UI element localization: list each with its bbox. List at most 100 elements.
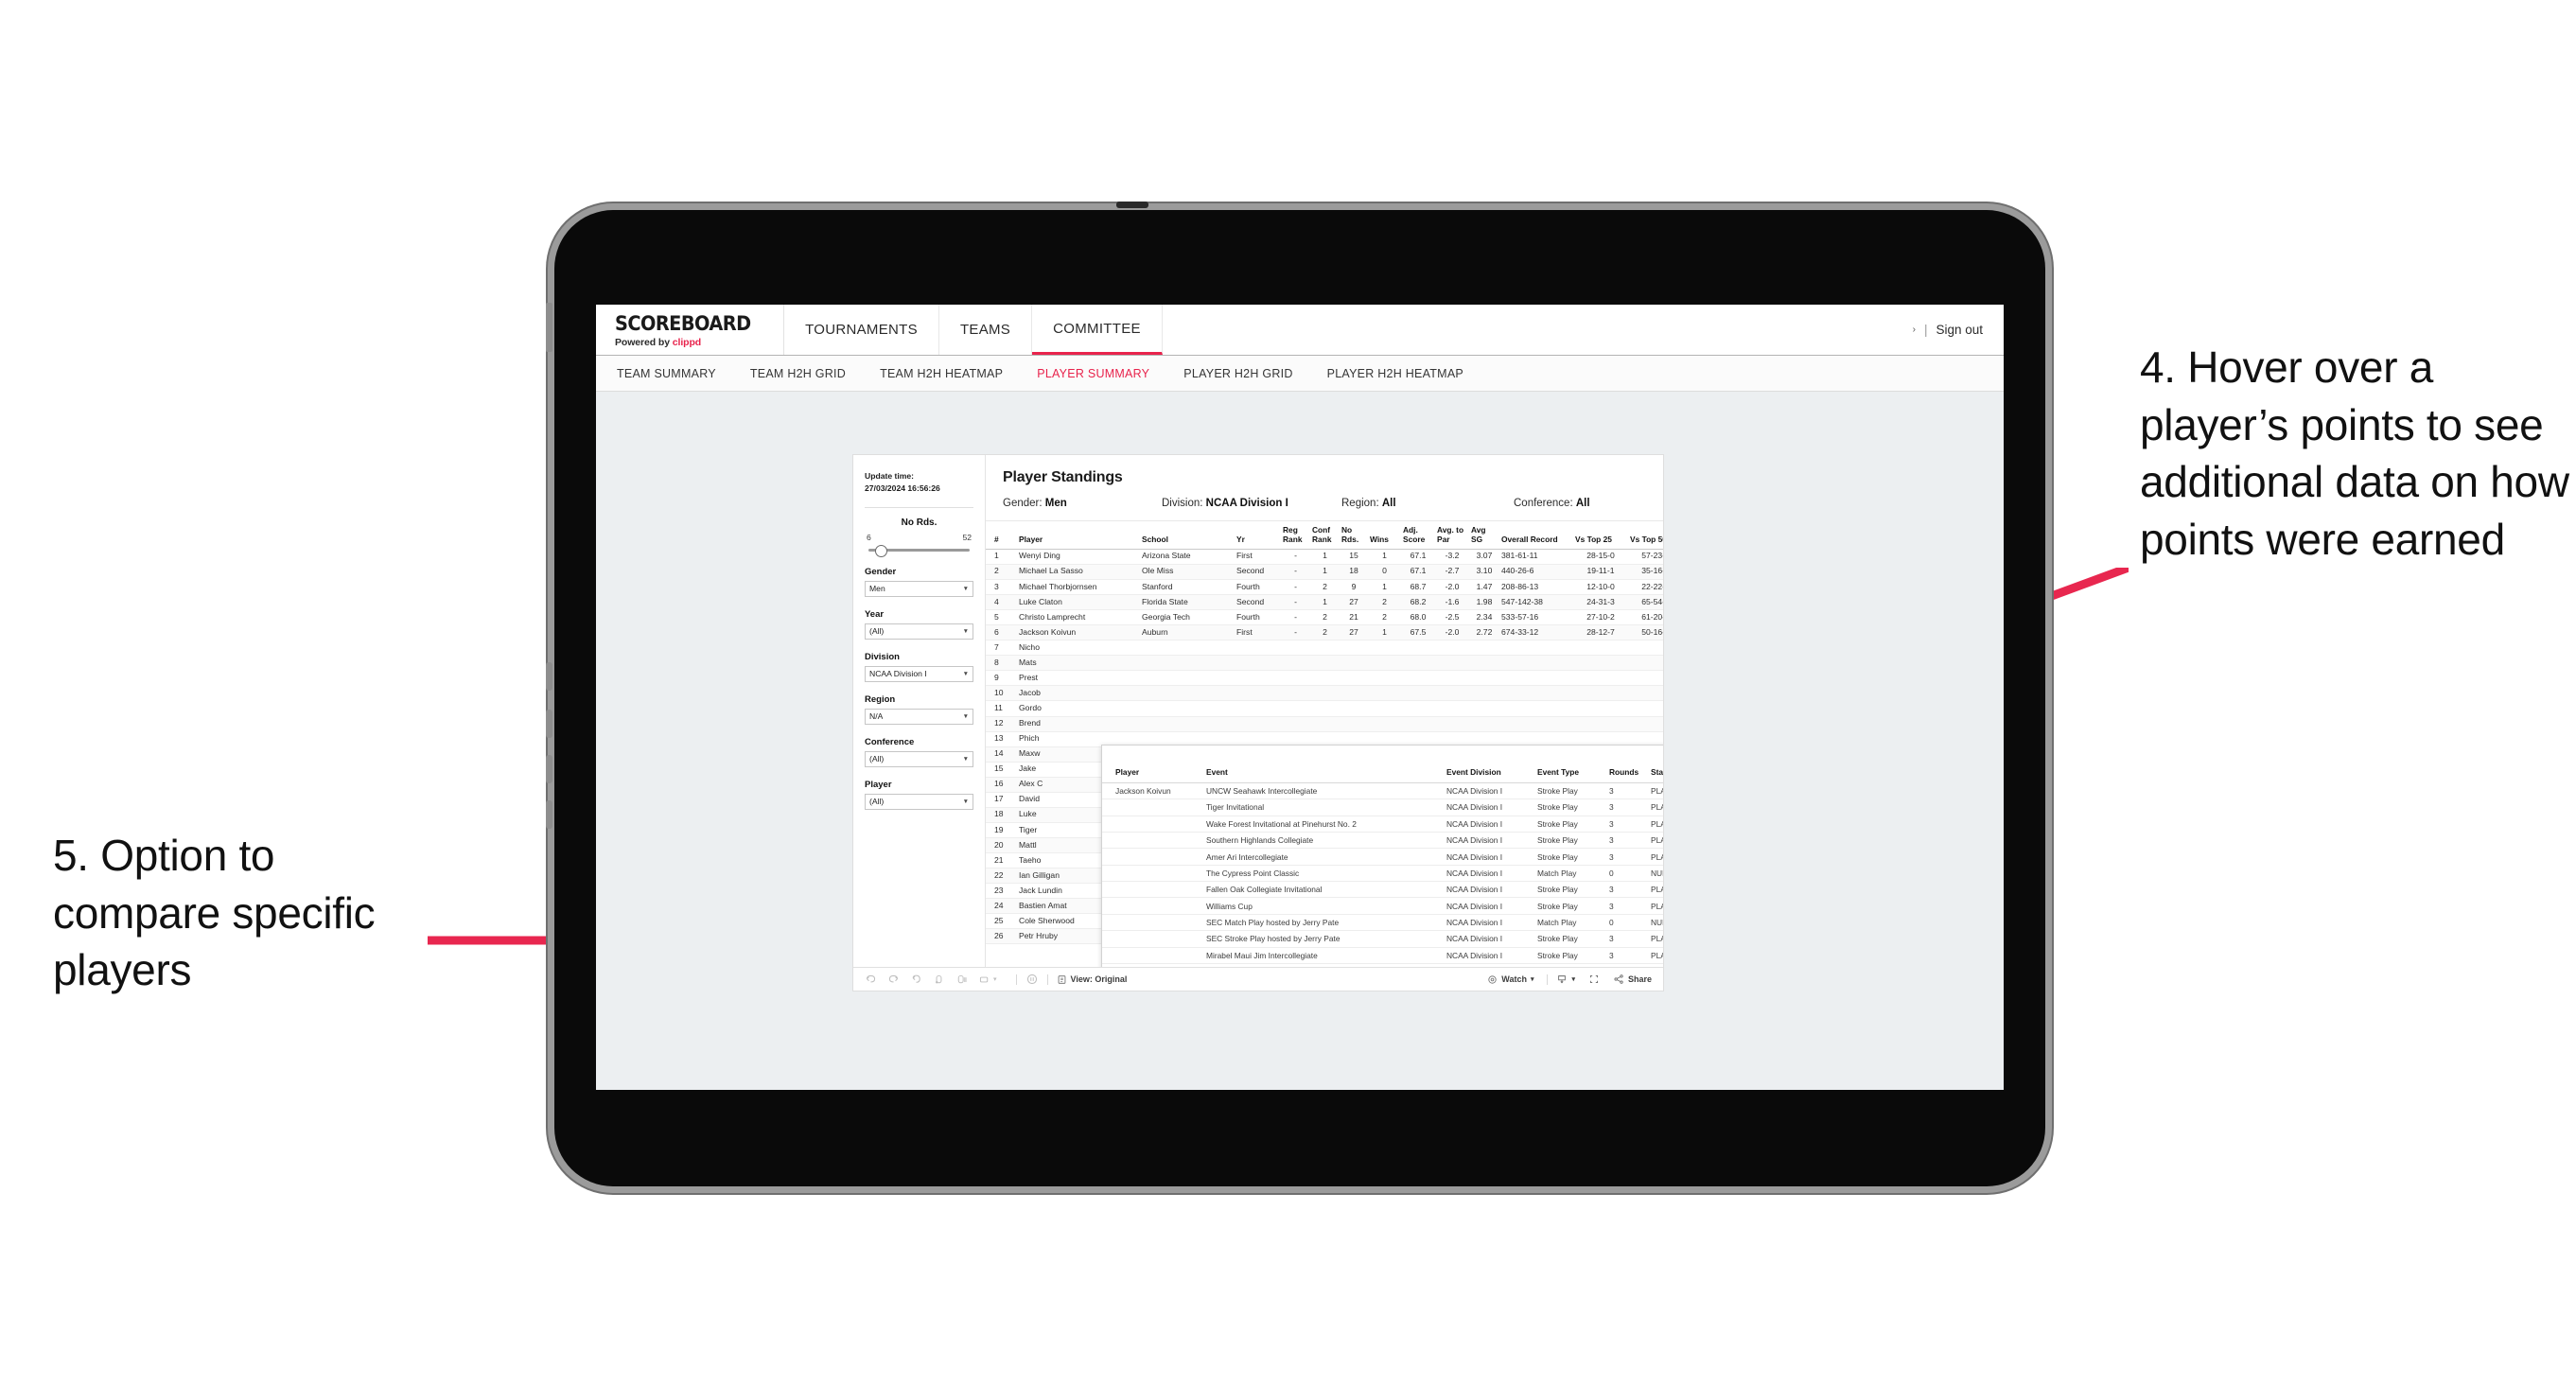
redo-icon[interactable] xyxy=(887,974,900,986)
toolbar-right-group: Watch ▾ ▾ Share xyxy=(1474,974,1652,985)
no-rounds-slider-handle[interactable] xyxy=(875,544,888,557)
filter-select-region[interactable]: N/A ▼ xyxy=(865,708,973,725)
volume-button-3[interactable] xyxy=(546,755,552,783)
tab-team-h2h-grid[interactable]: TEAM H2H GRID xyxy=(750,367,846,380)
col-conf-rank[interactable]: Conf Rank xyxy=(1310,521,1340,550)
cell-rank: 7 xyxy=(986,640,1017,657)
cell-rank: 19 xyxy=(986,822,1017,839)
col-year[interactable]: Yr xyxy=(1235,521,1281,550)
volume-button-1[interactable] xyxy=(546,662,552,691)
undo-icon[interactable] xyxy=(865,974,877,986)
pause-updates-icon[interactable] xyxy=(955,974,968,986)
cell-rank: 17 xyxy=(986,792,1017,808)
cell-avg-sg xyxy=(1469,716,1499,732)
col-player[interactable]: Player xyxy=(1017,521,1140,550)
cell-wins: 1 xyxy=(1368,579,1401,596)
tab-player-h2h-heatmap[interactable]: PLAYER H2H HEATMAP xyxy=(1327,367,1463,380)
tab-team-summary[interactable]: TEAM SUMMARY xyxy=(617,367,716,380)
cell-rank: 2 xyxy=(986,564,1017,580)
col-rank[interactable]: # xyxy=(986,521,1017,550)
cell-rank: 14 xyxy=(986,746,1017,763)
filter-select-conference[interactable]: (All) ▼ xyxy=(865,750,973,767)
no-rounds-slider-track[interactable] xyxy=(868,544,970,557)
col-vs-top-50[interactable]: Vs Top 50 xyxy=(1628,521,1663,550)
cell-rank: 5 xyxy=(986,609,1017,626)
cell-avg-sg xyxy=(1469,700,1499,717)
cell-school: Ole Miss xyxy=(1140,564,1235,580)
volume-button-2[interactable] xyxy=(546,710,552,738)
cell-vs-top-50: 35-16-4 xyxy=(1628,564,1663,580)
cell-overall-record xyxy=(1499,640,1573,657)
chevron-down-icon[interactable]: ▾ xyxy=(993,975,997,983)
cell-year: First xyxy=(1235,624,1281,641)
cell-player: Michael La Sasso xyxy=(1017,564,1140,580)
cell-vs-top-50 xyxy=(1628,640,1663,657)
table-row[interactable]: 1 Wenyi Ding Arizona State First -1 15 1 67.1 -3… xyxy=(986,549,1663,565)
table-row[interactable]: 10 Jacob xyxy=(986,685,1663,702)
cell-avg-to-par xyxy=(1435,700,1469,717)
table-row[interactable]: 9 Prest xyxy=(986,670,1663,687)
col-avg-to-par[interactable]: Avg. to Par xyxy=(1435,521,1469,550)
power-button[interactable] xyxy=(546,303,552,352)
table-row[interactable]: 12 Brend xyxy=(986,716,1663,732)
cell-player: Gordo xyxy=(1017,700,1140,717)
watch-button[interactable]: Watch ▾ xyxy=(1487,974,1533,985)
chevron-down-icon: ▼ xyxy=(962,670,969,677)
col-no-rounds[interactable]: No Rds. xyxy=(1340,521,1368,550)
tooltip-row: Williams Cup NCAA Division I Stroke Play 3 P… xyxy=(1102,897,1663,915)
cell-player: Michael Thorbjornsen xyxy=(1017,579,1140,596)
col-school[interactable]: School xyxy=(1140,521,1235,550)
tt-col-player: Player xyxy=(1102,755,1204,783)
revert-icon[interactable] xyxy=(910,974,922,986)
cell-conf-rank xyxy=(1310,716,1340,732)
cell-tt-player: Jackson Koivun xyxy=(1102,782,1204,800)
cell-tt-event: Fallen Oak Collegiate Invitational xyxy=(1204,881,1445,899)
device-layout-icon[interactable] xyxy=(978,974,990,986)
table-row[interactable]: 4 Luke Claton Florida State Second -1 27 2 68.2… xyxy=(986,594,1663,611)
filter-select-division[interactable]: NCAA Division I ▼ xyxy=(865,665,973,682)
col-reg-rank[interactable]: Reg Rank xyxy=(1281,521,1310,550)
cell-player: Jackson Koivun xyxy=(1017,624,1140,641)
filter-label-division: Division xyxy=(865,651,900,662)
tab-player-summary[interactable]: PLAYER SUMMARY xyxy=(1037,367,1149,380)
table-row[interactable]: 3 Michael Thorbjornsen Stanford Fourth -2 9 1 6… xyxy=(986,579,1663,596)
refresh-data-icon[interactable] xyxy=(933,974,945,986)
table-row[interactable]: 8 Mats xyxy=(986,655,1663,672)
col-overall-rec[interactable]: Overall Record xyxy=(1499,521,1573,550)
brand-logo[interactable]: SCOREBOARD Powered by clippd xyxy=(596,305,785,355)
cell-avg-sg: 3.07 xyxy=(1469,549,1499,565)
col-vs-top-25[interactable]: Vs Top 25 xyxy=(1573,521,1628,550)
filter-select-player[interactable]: (All) ▼ xyxy=(865,793,973,810)
download-button[interactable]: ▾ xyxy=(1556,974,1575,985)
share-label: Share xyxy=(1627,974,1652,984)
tab-team-h2h-heatmap[interactable]: TEAM H2H HEATMAP xyxy=(880,367,1003,380)
nav-item-teams[interactable]: TEAMS xyxy=(939,305,1033,355)
table-row[interactable]: 5 Christo Lamprecht Georgia Tech Fourth -2 21… xyxy=(986,609,1663,626)
volume-button-4[interactable] xyxy=(546,800,552,829)
share-button[interactable]: Share xyxy=(1613,974,1652,985)
cell-tt-player xyxy=(1102,832,1204,850)
fullscreen-button[interactable] xyxy=(1588,974,1600,985)
standings-table-wrapper[interactable]: # Player School Yr Reg Rank Conf Rank No… xyxy=(986,521,1663,967)
col-adj-score[interactable]: Adj. Score xyxy=(1401,521,1435,550)
filter-select-gender[interactable]: Men ▼ xyxy=(865,580,973,597)
table-row[interactable]: 11 Gordo xyxy=(986,700,1663,717)
table-row[interactable]: 6 Jackson Koivun Auburn First -2 27 1 67.5 -2.0 2… xyxy=(986,624,1663,641)
col-wins[interactable]: Wins xyxy=(1368,521,1401,550)
pause-auto-update-icon[interactable] xyxy=(1025,973,1039,986)
nav-item-tournaments[interactable]: TOURNAMENTS xyxy=(784,305,939,355)
filter-select-year[interactable]: (All) ▼ xyxy=(865,623,973,640)
table-row[interactable]: 7 Nicho xyxy=(986,640,1663,657)
chevron-right-icon[interactable]: › xyxy=(1913,325,1916,335)
tab-player-h2h-grid[interactable]: PLAYER H2H GRID xyxy=(1183,367,1292,380)
sign-out-link[interactable]: Sign out xyxy=(1936,323,1983,337)
cell-rank: 6 xyxy=(986,624,1017,641)
nav-item-committee[interactable]: COMMITTEE xyxy=(1032,305,1163,355)
cell-avg-sg: 1.98 xyxy=(1469,594,1499,611)
cell-vs-top-50: 50-16-8 xyxy=(1628,624,1663,641)
tooltip-table-body: Jackson Koivun UNCW Seahawk Intercollegia… xyxy=(1102,782,1663,964)
view-original-button[interactable]: View: Original xyxy=(1057,974,1127,985)
cell-rank: 22 xyxy=(986,868,1017,885)
col-avg-sg[interactable]: Avg SG xyxy=(1469,521,1499,550)
table-row[interactable]: 2 Michael La Sasso Ole Miss Second -1 18 0 67.1… xyxy=(986,564,1663,580)
